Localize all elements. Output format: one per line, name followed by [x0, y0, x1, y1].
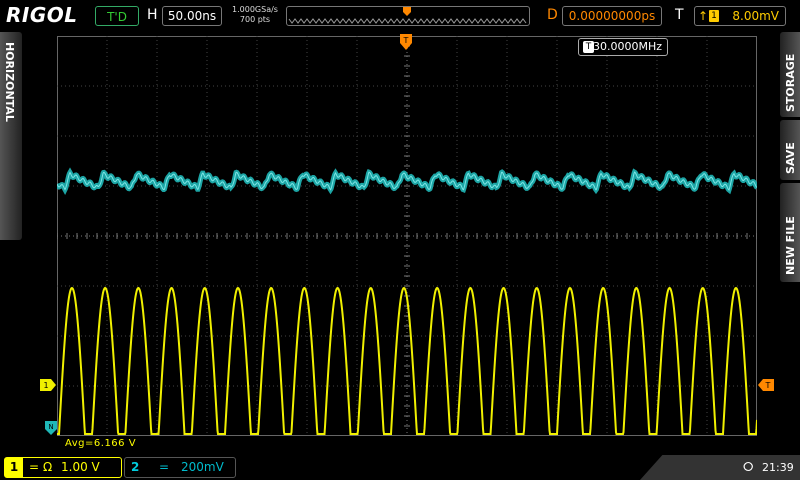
channel-2-number: 2 [131, 460, 140, 474]
save-label: SAVE [784, 142, 797, 174]
run-state-indicator[interactable]: T'D [95, 6, 139, 26]
trigger-level-marker[interactable]: T [758, 379, 774, 391]
memory-window-overview[interactable] [286, 6, 530, 26]
storage-label: STORAGE [784, 53, 797, 112]
storage-menu-button[interactable]: STORAGE [780, 32, 800, 117]
sample-rate: 1.000GSa/s [232, 5, 278, 14]
frequency-counter: T 30.0000MHz [578, 38, 668, 56]
channel-1-scale: 1.00 V [61, 460, 100, 474]
brand-logo: RIGOL [6, 3, 78, 27]
memory-trigger-marker [403, 7, 411, 16]
trigger-source-badge: 1 [709, 10, 719, 22]
measurement-average: Avg=6.166 V [65, 438, 137, 449]
memory-depth: 700 pts [239, 15, 271, 24]
trigger-label: T [675, 7, 684, 23]
channel-2-settings[interactable]: 2 = 200mV [124, 457, 236, 478]
usb-icon: ⭘ [743, 460, 754, 475]
horizontal-delay-value[interactable]: 0.00000000ps [562, 6, 662, 26]
timebase-value[interactable]: 50.00ns [162, 6, 222, 26]
channel-2-scale: 200mV [181, 460, 224, 474]
acquisition-info: 1.000GSa/s 700 pts [230, 5, 280, 25]
delay-label: D [547, 7, 558, 23]
channel-status-bar: 1 = Ω 1.00 V 2 = 200mV ⭘ 21:39 [0, 455, 800, 480]
impedance-icon: Ω [43, 460, 53, 474]
storage-menu: STORAGE SAVE NEW FILE [778, 32, 800, 282]
channel-1-settings[interactable]: 1 = Ω 1.00 V [4, 457, 122, 478]
channel-2-offset-marker[interactable]: N [45, 421, 57, 435]
channel-2-marker-text: N [48, 423, 53, 431]
trigger-settings[interactable]: ↑ 1 8.00mV [694, 6, 786, 26]
channel-1-offset-marker[interactable]: 1 [40, 379, 56, 391]
frequency-value: 30.0000MHz [592, 40, 662, 53]
new-file-button[interactable]: NEW FILE [780, 183, 800, 282]
trigger-position-marker[interactable]: T [400, 34, 412, 52]
horizontal-menu-tab[interactable]: HORIZONTAL [0, 32, 22, 240]
trigger-level-value: 8.00mV [732, 9, 779, 23]
save-button[interactable]: SAVE [780, 120, 800, 180]
frequency-trigger-badge: T [583, 41, 594, 53]
horizontal-menu-label: HORIZONTAL [3, 42, 16, 122]
trigger-level-marker-text: T [765, 381, 771, 390]
dc-coupling-icon: = [29, 460, 40, 474]
channel-1-marker-text: 1 [43, 381, 48, 390]
memory-waveform-preview [288, 7, 527, 24]
system-clock: 21:39 [762, 461, 794, 474]
rising-edge-icon: ↑ [698, 9, 709, 23]
channel-1-number: 1 [5, 458, 23, 477]
top-status-bar: RIGOL T'D H 50.00ns 1.000GSa/s 700 pts D… [0, 0, 800, 32]
trigger-position-text: T [403, 36, 409, 45]
timebase-label: H [147, 7, 158, 23]
dc-coupling-icon: = [159, 460, 170, 474]
waveform-display[interactable] [57, 36, 757, 436]
new-file-label: NEW FILE [784, 216, 797, 275]
